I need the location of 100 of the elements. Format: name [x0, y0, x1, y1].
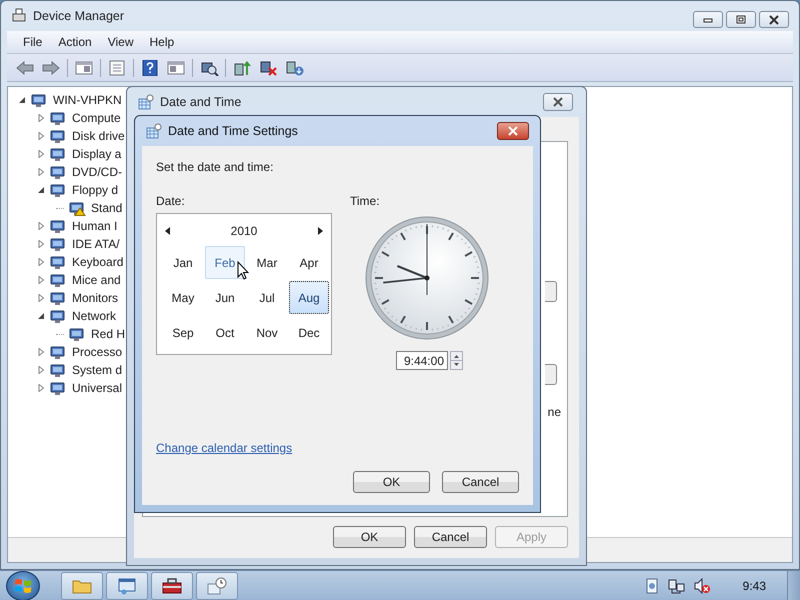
prompt-text: Set the date and time: — [156, 160, 274, 174]
tree-item[interactable]: Processo — [69, 345, 122, 359]
taskbar-button[interactable] — [151, 572, 193, 600]
collapsed-arrow-icon[interactable] — [37, 222, 45, 230]
spinner-icon[interactable] — [450, 351, 463, 370]
collapsed-arrow-icon[interactable] — [37, 276, 45, 284]
month-cell[interactable]: Dec — [289, 316, 329, 349]
forward-arrow-icon[interactable] — [41, 60, 61, 76]
collapsed-arrow-icon[interactable] — [37, 240, 45, 248]
device-icon — [49, 182, 67, 198]
tree-item[interactable]: Mice and — [69, 273, 121, 287]
tree-item[interactable]: Network — [69, 309, 116, 323]
back-arrow-icon[interactable] — [15, 60, 35, 76]
device-down-arrow-icon[interactable] — [284, 60, 304, 76]
expanded-arrow-icon[interactable] — [18, 96, 26, 104]
minimize-button[interactable] — [693, 11, 723, 28]
pane-icon[interactable] — [166, 60, 186, 76]
tree-item[interactable]: Universal — [69, 381, 122, 395]
tree-item[interactable]: Compute — [69, 111, 121, 125]
start-button[interactable] — [6, 570, 40, 600]
month-cell[interactable]: Jan — [163, 246, 203, 279]
calendar-year[interactable]: 2010 — [230, 224, 258, 238]
device-icon — [49, 290, 67, 306]
menu-item[interactable]: Help — [142, 35, 182, 49]
window-title: Date and Time — [160, 95, 242, 109]
month-cell[interactable]: May — [163, 281, 203, 314]
time-label: Time: — [350, 194, 380, 208]
calendar-clock-icon — [206, 576, 228, 594]
menu-item[interactable]: Action — [50, 35, 100, 49]
mouse-cursor-icon — [237, 261, 249, 280]
button-edge[interactable] — [545, 281, 557, 302]
ok-button[interactable]: OK — [353, 471, 430, 493]
month-cell[interactable]: Jul — [247, 281, 287, 314]
device-icon — [49, 308, 67, 324]
tree-item[interactable]: Disk drive — [69, 129, 125, 143]
close-button[interactable] — [759, 11, 789, 28]
collapsed-arrow-icon[interactable] — [37, 258, 45, 266]
tree-item[interactable]: WIN-VHPKN — [50, 93, 122, 107]
collapsed-arrow-icon[interactable] — [37, 384, 45, 392]
device-icon — [49, 344, 67, 360]
calendar-clock-icon — [138, 94, 154, 110]
month-cell[interactable]: Mar — [247, 246, 287, 279]
collapsed-arrow-icon[interactable] — [37, 348, 45, 356]
menu-item[interactable]: File — [15, 35, 50, 49]
button-edge[interactable] — [545, 364, 557, 385]
computer-search-icon[interactable] — [199, 60, 219, 76]
tree-item[interactable]: Red H — [88, 327, 126, 341]
close-icon — [507, 126, 519, 136]
expanded-arrow-icon[interactable] — [37, 186, 45, 194]
device-x-icon[interactable] — [258, 60, 278, 76]
device-icon — [30, 92, 48, 108]
collapsed-arrow-icon[interactable] — [37, 294, 45, 302]
ok-button[interactable]: OK — [333, 526, 406, 548]
collapsed-arrow-icon[interactable] — [37, 168, 45, 176]
month-cell[interactable]: Feb — [205, 246, 245, 279]
next-arrow-icon[interactable] — [316, 227, 323, 235]
tree-item[interactable]: Display a — [69, 147, 122, 161]
properties-icon[interactable] — [107, 60, 127, 76]
tree-item[interactable]: Human I — [69, 219, 118, 233]
close-button[interactable] — [497, 122, 529, 140]
device-icon — [49, 218, 67, 234]
collapsed-arrow-icon[interactable] — [37, 132, 45, 140]
device-icon — [49, 128, 67, 144]
speaker-muted-icon[interactable] — [692, 578, 711, 594]
expanded-arrow-icon[interactable] — [37, 312, 45, 320]
window-title: Device Manager — [33, 9, 124, 23]
month-cell[interactable]: Nov — [247, 316, 287, 349]
collapsed-arrow-icon[interactable] — [37, 366, 45, 374]
maximize-button[interactable] — [726, 11, 756, 28]
device-icon — [49, 236, 67, 252]
collapsed-arrow-icon[interactable] — [37, 114, 45, 122]
tree-item[interactable]: Floppy d — [69, 183, 118, 197]
pane-icon[interactable] — [74, 60, 94, 76]
cancel-button[interactable]: Cancel — [442, 471, 519, 493]
tree-item[interactable]: Monitors — [69, 291, 118, 305]
network-icon[interactable] — [666, 578, 685, 594]
device-up-arrow-icon[interactable] — [232, 60, 252, 76]
tree-item[interactable]: IDE ATA/ — [69, 237, 120, 251]
document-icon[interactable] — [644, 578, 659, 594]
cancel-button[interactable]: Cancel — [414, 526, 487, 548]
month-cell[interactable]: Aug — [289, 281, 329, 314]
month-cell[interactable]: Sep — [163, 316, 203, 349]
collapsed-arrow-icon[interactable] — [37, 150, 45, 158]
tree-item[interactable]: System d — [69, 363, 122, 377]
tree-item[interactable]: Keyboard — [69, 255, 124, 269]
taskbar-button[interactable] — [106, 572, 148, 600]
tree-item[interactable]: Stand — [88, 201, 122, 215]
previous-arrow-icon[interactable] — [165, 227, 171, 235]
help-icon[interactable] — [140, 60, 160, 76]
month-cell[interactable]: Oct — [205, 316, 245, 349]
maximize-icon — [735, 14, 747, 24]
time-field[interactable]: 9:44:00 — [396, 351, 448, 370]
month-cell[interactable]: Jun — [205, 281, 245, 314]
change-calendar-settings-link[interactable]: Change calendar settings — [156, 441, 292, 455]
menu-item[interactable]: View — [100, 35, 142, 49]
close-button[interactable] — [543, 93, 573, 111]
month-cell[interactable]: Apr — [289, 246, 329, 279]
taskbar-clock[interactable]: 9:43 — [742, 578, 766, 592]
computer-icon — [11, 8, 27, 24]
tree-item[interactable]: DVD/CD- — [69, 165, 122, 179]
